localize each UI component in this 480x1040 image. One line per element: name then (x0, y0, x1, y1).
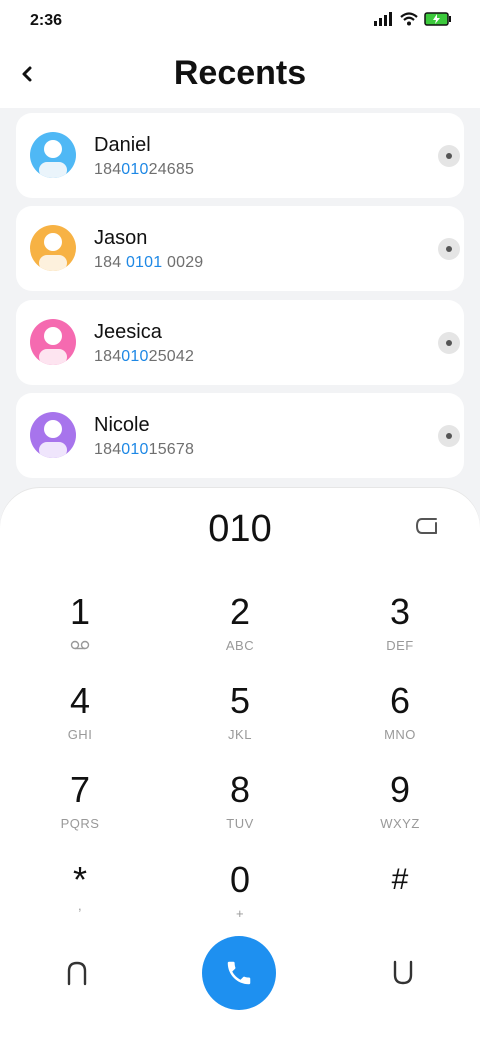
avatar (30, 319, 76, 365)
dialpad-actions (0, 936, 480, 1016)
key-8[interactable]: 8 TUV (160, 768, 320, 854)
key-letters: DEF (386, 638, 414, 653)
dialpad: 010 1 2 ABC 3 DEF 4 GHI 5 JKL 6 MNO 7 PQ… (0, 488, 480, 1040)
contact-number: 18401025042 (94, 348, 194, 366)
number-match: 0101 (125, 254, 163, 271)
key-letters: ABC (225, 638, 255, 653)
key-1[interactable]: 1 (0, 590, 160, 676)
list-item[interactable]: Nicole 18401015678 (16, 393, 464, 478)
wifi-icon (400, 12, 418, 26)
backspace-icon[interactable] (414, 516, 440, 536)
header: Recents (0, 44, 480, 108)
key-hash[interactable]: # (320, 858, 480, 944)
key-6[interactable]: 6 MNO (320, 679, 480, 765)
phone-icon (227, 961, 251, 985)
key-digit: 3 (389, 591, 411, 632)
key-letters: TUV (226, 816, 254, 831)
number-part: 24685 (148, 161, 195, 178)
number-part: 184 (94, 441, 122, 458)
voicemail-icon (70, 640, 90, 650)
key-digit: * (72, 859, 87, 900)
number-match: 010 (121, 348, 149, 365)
dial-display[interactable]: 010 (0, 508, 480, 551)
key-2[interactable]: 2 ABC (160, 590, 320, 676)
avatar (30, 225, 76, 271)
contact-name: Jason (94, 227, 148, 249)
status-time: 2:36 (30, 12, 63, 29)
number-match: 010 (121, 441, 149, 458)
number-part: 0029 (162, 254, 204, 271)
page-title: Recents (173, 54, 307, 92)
key-0[interactable]: 0 + (160, 858, 320, 944)
key-digit: # (391, 863, 409, 896)
key-digit: 7 (69, 769, 91, 810)
key-4[interactable]: 4 GHI (0, 679, 160, 765)
contact-number: 184 0101 0029 (94, 254, 203, 272)
number-part: 184 (94, 161, 122, 178)
key-letters: GHI (67, 727, 93, 742)
signal-icon (374, 12, 392, 26)
more-icon[interactable] (438, 332, 460, 354)
contact-number: 18401024685 (94, 161, 194, 179)
number-part: 184 (94, 254, 126, 271)
key-letters: , (77, 898, 83, 913)
key-digit: 9 (389, 769, 411, 810)
number-part: 25042 (148, 348, 195, 365)
list-item[interactable]: Jeesica 18401025042 (16, 300, 464, 385)
person-icon (30, 319, 76, 365)
list-item[interactable]: Daniel 18401024685 (16, 113, 464, 198)
key-7[interactable]: 7 PQRS (0, 768, 160, 854)
key-digit: 4 (69, 680, 91, 721)
number-part: 184 (94, 348, 122, 365)
status-bar: 2:36 (0, 0, 480, 44)
more-icon[interactable] (438, 425, 460, 447)
contact-number: 18401015678 (94, 441, 194, 459)
key-digit: 1 (69, 591, 91, 632)
key-letters: WXYZ (380, 816, 420, 831)
collapse-icon[interactable] (62, 958, 92, 988)
key-letters: PQRS (60, 816, 100, 831)
call-button[interactable] (202, 936, 276, 1010)
key-digit: 8 (229, 769, 251, 810)
expand-icon[interactable] (388, 958, 418, 988)
key-star[interactable]: * , (0, 858, 160, 944)
key-9[interactable]: 9 WXYZ (320, 768, 480, 854)
contact-name: Jeesica (94, 321, 162, 343)
key-digit: 6 (389, 680, 411, 721)
number-part: 15678 (148, 441, 195, 458)
avatar (30, 412, 76, 458)
status-icons (374, 12, 452, 26)
contact-name: Nicole (94, 414, 150, 436)
key-digit: 0 (229, 859, 251, 900)
contact-name: Daniel (94, 134, 151, 156)
number-match: 010 (121, 161, 149, 178)
key-digit: 5 (229, 680, 251, 721)
key-3[interactable]: 3 DEF (320, 590, 480, 676)
key-5[interactable]: 5 JKL (160, 679, 320, 765)
list-item[interactable]: Jason 184 0101 0029 (16, 206, 464, 291)
person-icon (30, 225, 76, 271)
key-letters: MNO (384, 727, 416, 742)
person-icon (30, 132, 76, 178)
avatar (30, 132, 76, 178)
key-digit: 2 (229, 591, 251, 632)
person-icon (30, 412, 76, 458)
more-icon[interactable] (438, 238, 460, 260)
key-letters: JKL (228, 727, 252, 742)
more-icon[interactable] (438, 145, 460, 167)
key-letters: + (235, 906, 245, 921)
battery-charging-icon (424, 12, 451, 26)
